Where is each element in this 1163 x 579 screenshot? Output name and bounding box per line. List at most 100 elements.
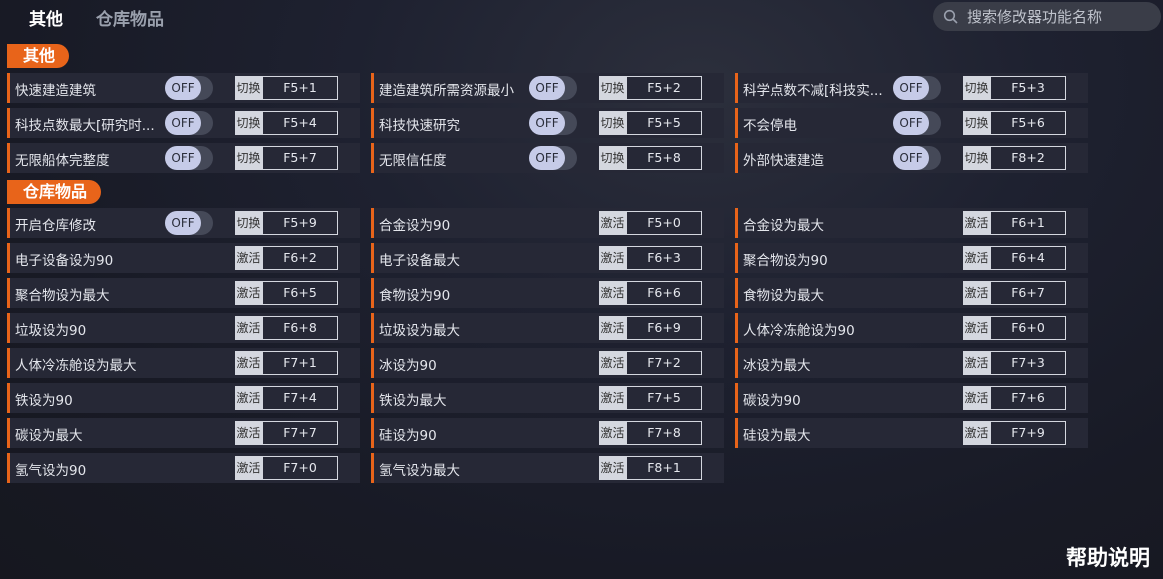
hotkey-field[interactable]: F6+8 [262,316,338,340]
cheat-label: 无限信任度 [379,153,447,169]
hotkey-field[interactable]: F7+2 [626,351,702,375]
hotkey-field[interactable]: F5+5 [626,111,702,135]
hotkey-action-label[interactable]: 激活 [599,421,626,445]
hotkey-action-label[interactable]: 切换 [963,76,990,100]
hotkey-action-label[interactable]: 激活 [235,456,262,480]
hotkey-field[interactable]: F5+6 [990,111,1066,135]
hotkey-action-label[interactable]: 激活 [599,316,626,340]
search-icon [943,9,958,24]
toggle-state-label: OFF [529,146,565,170]
hotkey-field[interactable]: F5+8 [626,146,702,170]
hotkey-field[interactable]: F7+3 [990,351,1066,375]
hotkey-field[interactable]: F5+3 [990,76,1066,100]
hotkey-field[interactable]: F6+7 [990,281,1066,305]
cheat-label: 科技快速研究 [379,118,460,134]
section-title-other: 其他 [7,44,70,68]
toggle-state-label: OFF [893,111,929,135]
hotkey-action-label[interactable]: 切换 [963,146,990,170]
hotkey-field[interactable]: F7+8 [626,421,702,445]
cheat-toggle[interactable]: OFF [165,211,213,235]
hotkey-action-label[interactable]: 切换 [963,111,990,135]
cheat-toggle[interactable]: OFF [529,76,577,100]
cheat-row: 聚合物设为最大 激活 F6+5 [7,278,360,308]
cheat-toggle[interactable]: OFF [165,76,213,100]
hotkey-action-label[interactable]: 切换 [599,76,626,100]
search-box[interactable] [933,2,1161,31]
cheat-row: 食物设为90 激活 F6+6 [371,278,724,308]
cheat-label: 铁设为90 [15,393,73,409]
hotkey-field[interactable]: F6+1 [990,211,1066,235]
hotkey-field[interactable]: F7+6 [990,386,1066,410]
hotkey-field[interactable]: F8+1 [626,456,702,480]
hotkey-field[interactable]: F6+4 [990,246,1066,270]
hotkey-action-label[interactable]: 激活 [599,211,626,235]
tab-other[interactable]: 其他 [29,5,63,30]
hotkey-action-label[interactable]: 切换 [599,111,626,135]
help-link[interactable]: 帮助说明 [1066,542,1150,572]
hotkey-field[interactable]: F6+2 [262,246,338,270]
hotkey-field[interactable]: F6+3 [626,246,702,270]
hotkey-field[interactable]: F7+5 [626,386,702,410]
hotkey-action-label[interactable]: 切换 [235,211,262,235]
cheat-label: 冰设为90 [379,358,437,374]
hotkey-action-label[interactable]: 激活 [963,316,990,340]
toggle-state-label: OFF [165,211,201,235]
cheat-toggle[interactable]: OFF [893,146,941,170]
hotkey-action-label[interactable]: 激活 [599,281,626,305]
hotkey-action-label[interactable]: 激活 [963,211,990,235]
hotkey-action-label[interactable]: 激活 [599,246,626,270]
hotkey-field[interactable]: F6+9 [626,316,702,340]
hotkey-action-label[interactable]: 激活 [235,351,262,375]
hotkey-field[interactable]: F5+1 [262,76,338,100]
hotkey-action-label[interactable]: 切换 [599,146,626,170]
hotkey-action-label[interactable]: 激活 [963,281,990,305]
hotkey-field[interactable]: F7+9 [990,421,1066,445]
cheat-toggle[interactable]: OFF [893,76,941,100]
hotkey-field[interactable]: F5+9 [262,211,338,235]
hotkey-action-label[interactable]: 激活 [235,386,262,410]
hotkey-action-label[interactable]: 激活 [235,421,262,445]
hotkey-action-label[interactable]: 激活 [235,281,262,305]
hotkey-action-label[interactable]: 激活 [963,421,990,445]
hotkey-action-label[interactable]: 激活 [599,386,626,410]
hotkey-action-label[interactable]: 切换 [235,146,262,170]
cheat-toggle[interactable]: OFF [529,146,577,170]
search-input[interactable] [965,6,1149,27]
hotkey-action-label[interactable]: 切换 [235,76,262,100]
hotkey-action-label[interactable]: 激活 [963,386,990,410]
hotkey-action-label[interactable]: 激活 [963,351,990,375]
hotkey-field[interactable]: F5+0 [626,211,702,235]
tab-storage-items[interactable]: 仓库物品 [96,5,164,30]
cheat-toggle[interactable]: OFF [165,111,213,135]
hotkey-field[interactable]: F5+2 [626,76,702,100]
hotkey-action-label[interactable]: 激活 [599,456,626,480]
cheat-toggle[interactable]: OFF [165,146,213,170]
cheat-toggle[interactable]: OFF [529,111,577,135]
hotkey-action-label[interactable]: 激活 [963,246,990,270]
hotkey-field[interactable]: F7+0 [262,456,338,480]
cheat-label: 聚合物设为90 [743,253,828,269]
cheat-label: 电子设备最大 [379,253,460,269]
cheat-label: 建造建筑所需资源最小 [379,83,514,99]
cheat-label: 聚合物设为最大 [15,288,110,304]
hotkey-field[interactable]: F7+1 [262,351,338,375]
hotkey-action-label[interactable]: 激活 [235,316,262,340]
cheat-row: 无限船体完整度 OFF 切换 F5+7 [7,143,360,173]
hotkey-field[interactable]: F8+2 [990,146,1066,170]
hotkey-field[interactable]: F6+6 [626,281,702,305]
hotkey-field[interactable]: F7+4 [262,386,338,410]
hotkey-action-label[interactable]: 激活 [599,351,626,375]
cheat-label: 不会停电 [743,118,797,134]
hotkey-action-label[interactable]: 激活 [235,246,262,270]
toggle-state-label: OFF [529,111,565,135]
cheat-row: 铁设为最大 激活 F7+5 [371,383,724,413]
cheat-toggle[interactable]: OFF [893,111,941,135]
hotkey-field[interactable]: F5+4 [262,111,338,135]
hotkey-action-label[interactable]: 切换 [235,111,262,135]
hotkey-field[interactable]: F6+5 [262,281,338,305]
cheat-label: 铁设为最大 [379,393,447,409]
hotkey-field[interactable]: F5+7 [262,146,338,170]
hotkey-field[interactable]: F7+7 [262,421,338,445]
toggle-state-label: OFF [893,76,929,100]
hotkey-field[interactable]: F6+0 [990,316,1066,340]
